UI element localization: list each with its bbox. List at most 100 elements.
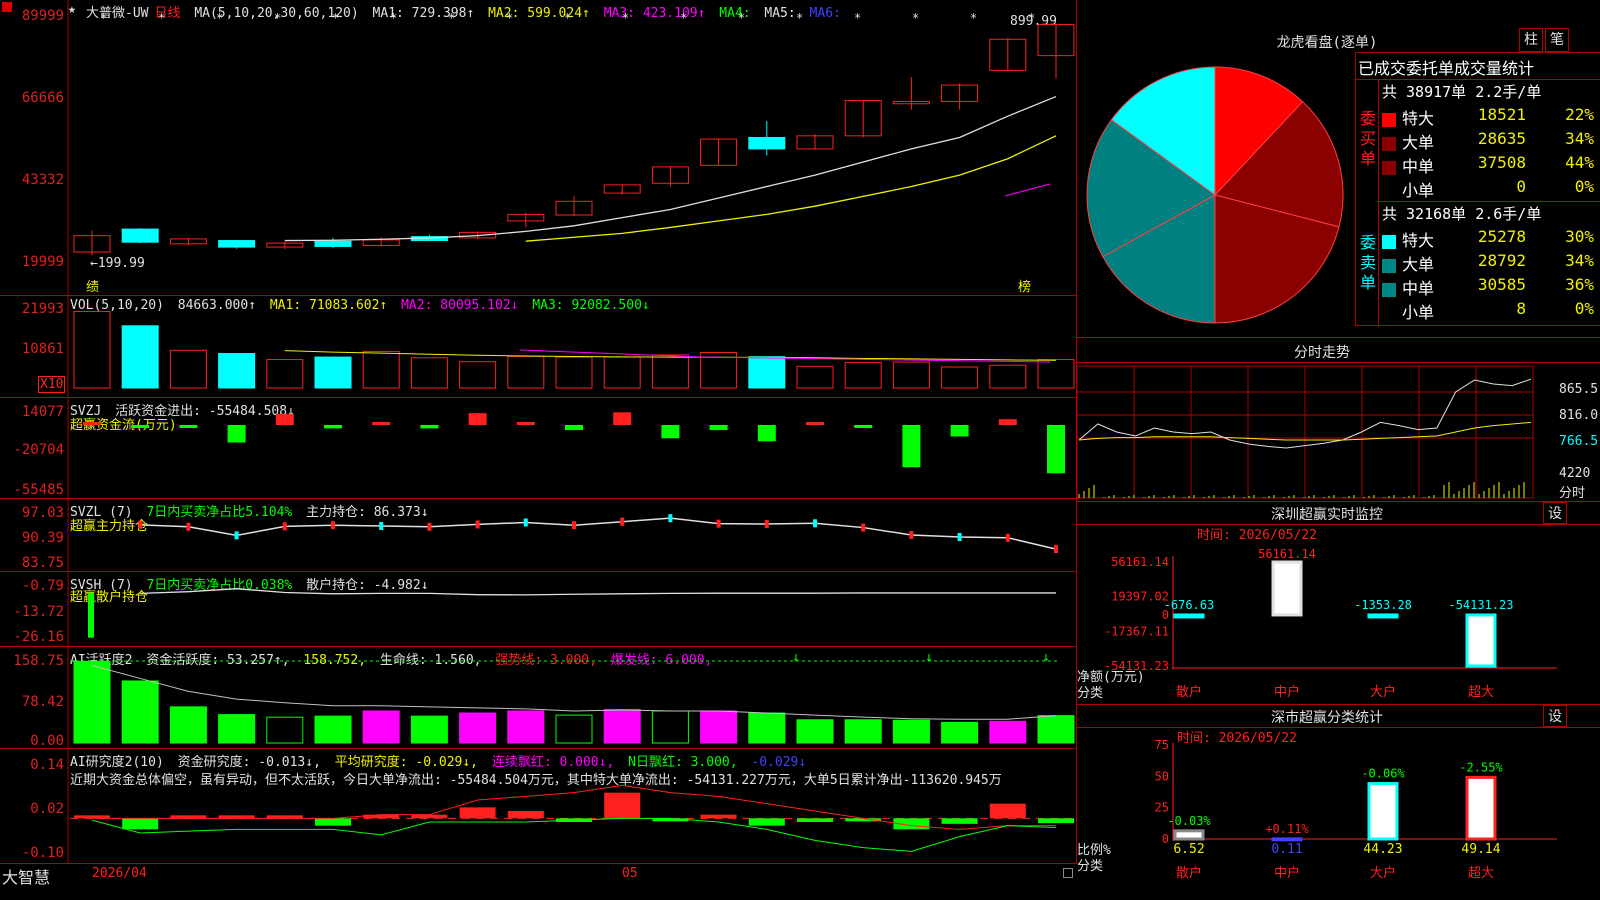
- activity-bar: [892, 719, 930, 744]
- row-name: 大单: [1402, 133, 1435, 152]
- volume-bar: [651, 354, 689, 389]
- ma-marker: *: [680, 11, 687, 25]
- volume-bar: [555, 356, 593, 389]
- date-axis-label: 05: [622, 866, 638, 881]
- category-label: 大户: [1370, 684, 1396, 700]
- ratio-bar: [1173, 829, 1205, 841]
- activity-bar: [73, 660, 111, 744]
- volume-bar: [362, 350, 400, 389]
- flow-bar: [468, 413, 487, 425]
- volume-pane[interactable]: VOL(5,10,20) 84663.000↑ MA1: 71083.602↑ …: [0, 296, 1077, 398]
- sz-class-panel[interactable]: 深市超赢分类统计 设 时间: 2026/05/22 比例% 分类 75 50 25 0…: [1077, 705, 1600, 900]
- volume-bar: [314, 356, 352, 389]
- ma-marker: *: [1028, 11, 1035, 25]
- holding-tick: [620, 517, 625, 526]
- dragon-panel[interactable]: 龙虎看盘(逐单) 柱 笔 已成交委托单成交量统计 委买单 共 38917单 2.…: [1077, 0, 1600, 338]
- holding-tick: [1005, 533, 1010, 542]
- research-bar: [700, 814, 737, 819]
- color-swatch: [1382, 160, 1396, 175]
- volume-bar: [266, 359, 304, 389]
- volume-chart: [67, 296, 1075, 398]
- flow-bar: [565, 424, 583, 431]
- flow-bar: [902, 424, 921, 468]
- delta-label: -0.06%: [1361, 767, 1405, 781]
- color-swatch: [1382, 136, 1396, 151]
- holding-tick: [668, 514, 673, 523]
- signal-arrow: ↓: [792, 650, 800, 665]
- ma-marker: *: [158, 11, 165, 25]
- sz-monitor-panel[interactable]: 深圳超赢实时监控 设 时间: 2026/05/22 净额(万元) 分类 5616…: [1077, 502, 1600, 705]
- activity-bar: [121, 680, 159, 744]
- svzj-pane[interactable]: SVZJ 活跃资金进出: -55484.508↓ 超赢资金流(万元) 14077…: [0, 398, 1077, 499]
- kline-chart[interactable]: * * * * * * * * * * * * * * * * *: [0, 0, 1077, 296]
- row-name: 小单: [1402, 303, 1435, 322]
- ma-marker: *: [970, 11, 977, 25]
- kline-pane[interactable]: ★ 大普微-UW 日线 MA(5,10,20,30,60,120) MA1: 72…: [0, 0, 1077, 296]
- ma-marker: *: [564, 11, 571, 25]
- main-holding-line: [140, 517, 1057, 550]
- research-bar: [507, 811, 544, 819]
- row-pct: 30%: [1565, 227, 1594, 246]
- row-name: 大单: [1402, 255, 1435, 274]
- ma2-line: [525, 135, 1057, 242]
- sz-class-chart: 75 50 25 0 -0.03% 6.52 散户 +0.11% 0.11 中户 -0.06% 44.…: [1155, 738, 1557, 881]
- ma-marker: *: [912, 11, 919, 25]
- order-row-大单: 大单 28792 34%: [1382, 251, 1598, 275]
- flow-bar: [275, 413, 294, 425]
- row-pct: 34%: [1565, 251, 1594, 270]
- y-tick: -17367.11: [1104, 624, 1169, 638]
- volume-bar: [121, 325, 159, 389]
- holding-tick: [427, 522, 432, 531]
- research-bar: [604, 792, 641, 819]
- ai-active-pane[interactable]: AI活跃度2 资金活跃度: 53.257↑, 158.752, 生命线: 1.5…: [0, 647, 1077, 749]
- delta-label: -2.55%: [1459, 760, 1503, 774]
- color-swatch: [1382, 258, 1396, 273]
- row-name: 特大: [1402, 231, 1435, 250]
- activity-line: [91, 665, 1057, 720]
- ratio-bar: [1465, 775, 1497, 841]
- activity-bar: [603, 708, 641, 744]
- research-bar: [122, 818, 159, 830]
- svzl-chart: [67, 499, 1058, 572]
- intraday-panel[interactable]: 分时走势 865.5 816.0 766.5 4220 分时: [1076, 338, 1600, 502]
- net-bar: [1173, 613, 1205, 619]
- brand-label[interactable]: 大智慧: [2, 864, 50, 888]
- y-tick: 25: [1155, 801, 1169, 815]
- color-swatch: [1382, 234, 1396, 249]
- activity-bar: [700, 710, 738, 744]
- y-tick: 56161.14: [1111, 555, 1169, 569]
- net-bar: [1465, 613, 1497, 668]
- row-pct: 0%: [1574, 177, 1594, 196]
- holding-tick: [234, 531, 239, 540]
- activity-bar: [459, 712, 497, 744]
- activity-bar: [941, 721, 979, 744]
- holding-tick: [523, 518, 528, 527]
- ai-research-chart: [67, 749, 1074, 863]
- ma-marker: *: [506, 11, 513, 25]
- row-count: 28792: [1477, 251, 1526, 270]
- flow-bar: [613, 412, 632, 425]
- ma3-line: [1004, 183, 1051, 197]
- activity-bar: [410, 715, 448, 744]
- buy-total: 共 38917单 2.2手/单: [1382, 83, 1542, 101]
- volume-bar: [218, 353, 256, 389]
- svsh-pane[interactable]: SVSH (7) 7日内买卖净占比0.038% 散户持仓: -4.982↓ 超赢…: [0, 572, 1077, 647]
- category-label: 超大: [1468, 685, 1494, 700]
- category-label: 散户: [1176, 865, 1202, 881]
- signal-arrow: ↓: [925, 650, 933, 665]
- svsh-chart: [67, 572, 1056, 647]
- holding-tick: [331, 521, 335, 530]
- volume-bar: [459, 361, 497, 389]
- research-bar: [315, 818, 351, 826]
- lock-icon[interactable]: [1063, 868, 1073, 878]
- volume-bar: [748, 356, 786, 389]
- candle: [218, 240, 256, 248]
- ma-marker: *: [796, 11, 803, 25]
- svzl-pane[interactable]: SVZL (7) 7日内买卖净占比5.104% 主力持仓: 86.373↓ 超赢…: [0, 499, 1077, 572]
- activity-bar: [169, 706, 207, 744]
- holding-tick: [716, 519, 721, 528]
- flow-bar: [131, 424, 150, 428]
- ai-research-pane[interactable]: AI研究度2(10) 资金研究度: -0.013↓, 平均研究度: -0.029…: [0, 749, 1077, 863]
- candle: [314, 240, 352, 247]
- y-tick: -54131.23: [1104, 659, 1169, 673]
